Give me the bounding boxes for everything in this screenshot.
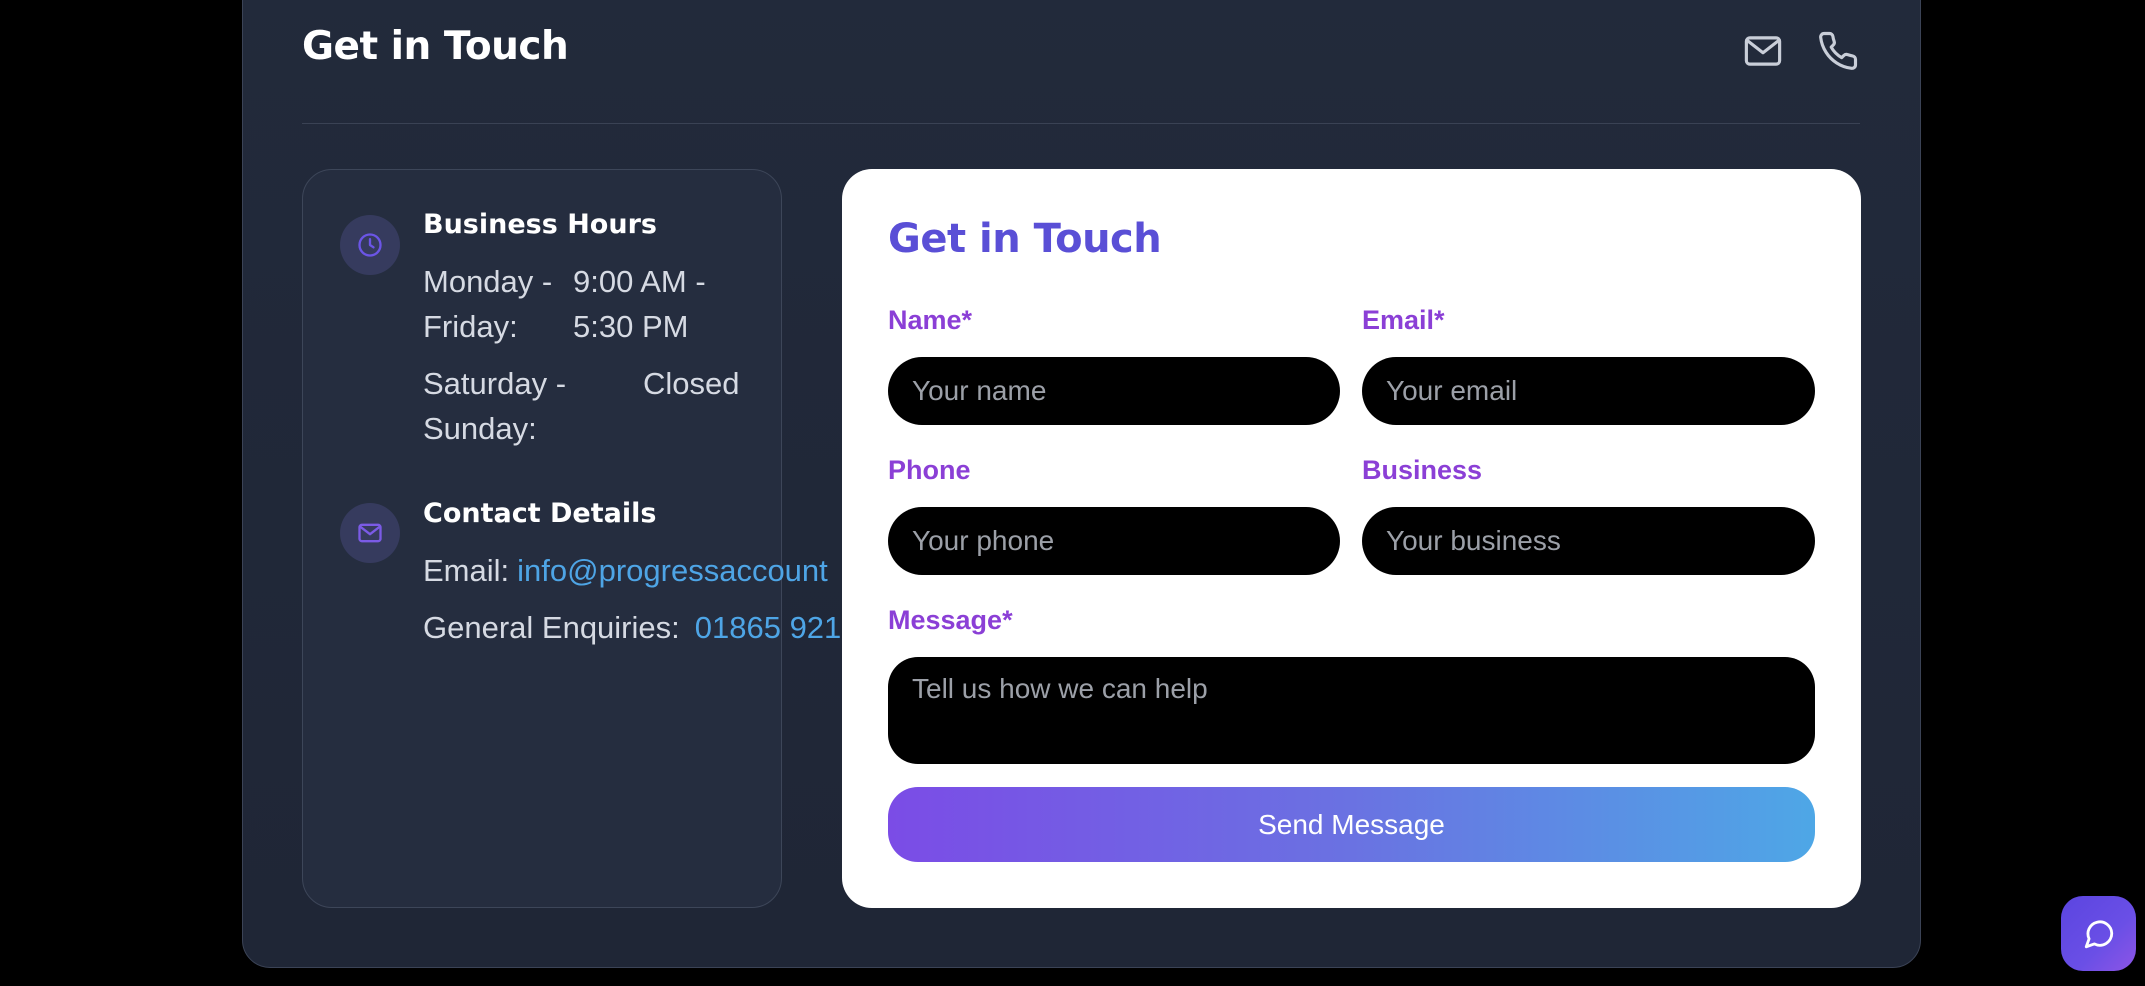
message-textarea[interactable]: [888, 657, 1815, 764]
contact-email-line: Email: info@progressaccount: [423, 553, 828, 589]
email-link[interactable]: info@progressaccount: [517, 553, 828, 588]
page-title: Get in Touch: [302, 24, 569, 69]
hours-time-weekend: Closed: [643, 366, 740, 401]
message-label: Message*: [888, 605, 1013, 635]
phone-input[interactable]: [888, 507, 1340, 575]
chat-bubble-icon: [2084, 920, 2113, 948]
chat-widget-button[interactable]: [2061, 896, 2136, 971]
clock-icon: [340, 215, 400, 275]
mail-icon: [340, 503, 400, 563]
email-input[interactable]: [1362, 357, 1815, 425]
enquiries-label: General Enquiries:: [423, 610, 680, 645]
name-input[interactable]: [888, 357, 1340, 425]
hours-time-weekday: 9:00 AM - 5:30 PM: [573, 264, 706, 344]
business-hours-heading: Business Hours: [423, 209, 657, 240]
business-label: Business: [1362, 455, 1483, 485]
phone-icon[interactable]: [1815, 28, 1861, 74]
contact-details-heading: Contact Details: [423, 498, 657, 529]
enquiries-phone-link[interactable]: 01865 921: [695, 610, 842, 645]
business-input[interactable]: [1362, 507, 1815, 575]
mail-icon[interactable]: [1740, 28, 1786, 74]
phone-label: Phone: [888, 455, 971, 485]
send-message-button[interactable]: Send Message: [888, 787, 1815, 862]
form-title: Get in Touch: [888, 216, 1162, 262]
email-label-field: Email*: [1362, 305, 1445, 335]
name-label: Name*: [888, 305, 973, 335]
contact-phone-line: General Enquiries: 01865 921: [423, 610, 841, 646]
header-divider: [302, 123, 1860, 124]
hours-days-weekend: Saturday - Sunday:: [423, 366, 567, 446]
email-label: Email:: [423, 553, 510, 588]
hours-days-weekday: Monday - Friday:: [423, 264, 553, 344]
